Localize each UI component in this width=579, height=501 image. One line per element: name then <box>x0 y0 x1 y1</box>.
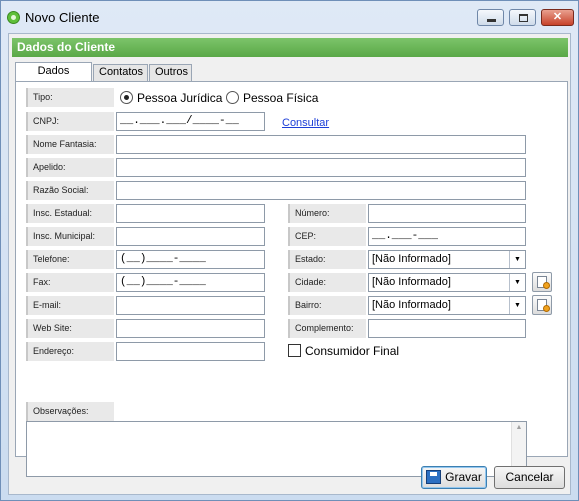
chevron-down-icon[interactable]: ▼ <box>509 297 525 314</box>
cidade-select[interactable]: [Não Informado] ▼ <box>368 273 526 292</box>
bairro-value: [Não Informado] <box>372 299 451 311</box>
endereco-input[interactable] <box>116 342 265 361</box>
close-icon: ✕ <box>552 11 563 23</box>
section-header: Dados do Cliente <box>12 38 568 57</box>
cep-input[interactable]: __.___-___ <box>368 227 526 246</box>
website-label: Web Site: <box>26 319 114 338</box>
numero-input[interactable] <box>368 204 526 223</box>
fax-label: Fax: <box>26 273 114 292</box>
bairro-select[interactable]: [Não Informado] ▼ <box>368 296 526 315</box>
app-logo-icon <box>7 11 20 24</box>
title-bar[interactable]: Novo Cliente ✕ <box>1 1 578 33</box>
tab-panel-dados-gerais: Tipo: Pessoa Jurídica Pessoa Física CNPJ… <box>15 81 568 477</box>
cidade-value: [Não Informado] <box>372 276 451 288</box>
minimize-button[interactable] <box>477 9 504 26</box>
gravar-button[interactable]: Gravar <box>421 466 487 489</box>
consumidor-final-checkbox[interactable] <box>288 344 301 357</box>
apelido-label: Apelido: <box>26 158 114 177</box>
cep-label: CEP: <box>288 227 366 246</box>
dialog-client-area: Dados do Cliente Dados Gerais Contatos O… <box>8 33 571 495</box>
estado-value: [Não Informado] <box>372 253 451 265</box>
add-bairro-button[interactable] <box>532 295 552 315</box>
observacoes-label: Observações: <box>26 402 114 421</box>
insc-estadual-input[interactable] <box>116 204 265 223</box>
telefone-input[interactable]: (__)____-____ <box>116 250 265 269</box>
tab-dados-gerais[interactable]: Dados Gerais <box>15 62 92 94</box>
window-title: Novo Cliente <box>25 10 100 25</box>
pessoa-juridica-label[interactable]: Pessoa Jurídica <box>137 91 222 105</box>
razao-social-label: Razão Social: <box>26 181 114 200</box>
razao-social-input[interactable] <box>116 181 526 200</box>
apelido-input[interactable] <box>116 158 526 177</box>
nome-fantasia-label: Nome Fantasia: <box>26 135 114 154</box>
insc-estadual-label: Insc. Estadual: <box>26 204 114 223</box>
add-cidade-button[interactable] <box>532 272 552 292</box>
cidade-label: Cidade: <box>288 273 366 292</box>
maximize-button[interactable] <box>509 9 536 26</box>
pessoa-fisica-radio[interactable] <box>226 91 239 104</box>
pessoa-fisica-label[interactable]: Pessoa Física <box>243 91 318 105</box>
cancelar-button[interactable]: Cancelar <box>494 466 565 489</box>
tipo-label: Tipo: <box>26 88 114 107</box>
insc-municipal-label: Insc. Municipal: <box>26 227 114 246</box>
website-input[interactable] <box>116 319 265 338</box>
consumidor-final-label[interactable]: Consumidor Final <box>305 344 399 358</box>
maximize-icon <box>519 14 528 22</box>
nome-fantasia-input[interactable] <box>116 135 526 154</box>
email-label: E-mail: <box>26 296 114 315</box>
fax-input[interactable]: (__)____-____ <box>116 273 265 292</box>
save-icon <box>426 470 442 484</box>
close-button[interactable]: ✕ <box>541 9 574 26</box>
numero-label: Número: <box>288 204 366 223</box>
scroll-up-icon[interactable]: ▲ <box>512 422 526 434</box>
cnpj-input[interactable]: __.___.___/____-__ <box>116 112 265 131</box>
complemento-input[interactable] <box>368 319 526 338</box>
estado-select[interactable]: [Não Informado] ▼ <box>368 250 526 269</box>
gravar-label: Gravar <box>445 470 482 484</box>
minimize-icon <box>487 19 496 22</box>
cnpj-label: CNPJ: <box>26 112 114 131</box>
telefone-label: Telefone: <box>26 250 114 269</box>
tab-outros[interactable]: Outros <box>149 64 192 81</box>
pessoa-juridica-radio[interactable] <box>120 91 133 104</box>
new-badge-icon <box>543 282 550 289</box>
window: Novo Cliente ✕ Dados do Cliente Dados Ge… <box>0 0 579 501</box>
chevron-down-icon[interactable]: ▼ <box>509 251 525 268</box>
tab-contatos[interactable]: Contatos <box>93 64 148 81</box>
estado-label: Estado: <box>288 250 366 269</box>
complemento-label: Complemento: <box>288 319 366 338</box>
bairro-label: Bairro: <box>288 296 366 315</box>
chevron-down-icon[interactable]: ▼ <box>509 274 525 291</box>
consultar-link[interactable]: Consultar <box>282 117 329 129</box>
insc-municipal-input[interactable] <box>116 227 265 246</box>
email-input[interactable] <box>116 296 265 315</box>
endereco-label: Endereço: <box>26 342 114 361</box>
new-badge-icon <box>543 305 550 312</box>
